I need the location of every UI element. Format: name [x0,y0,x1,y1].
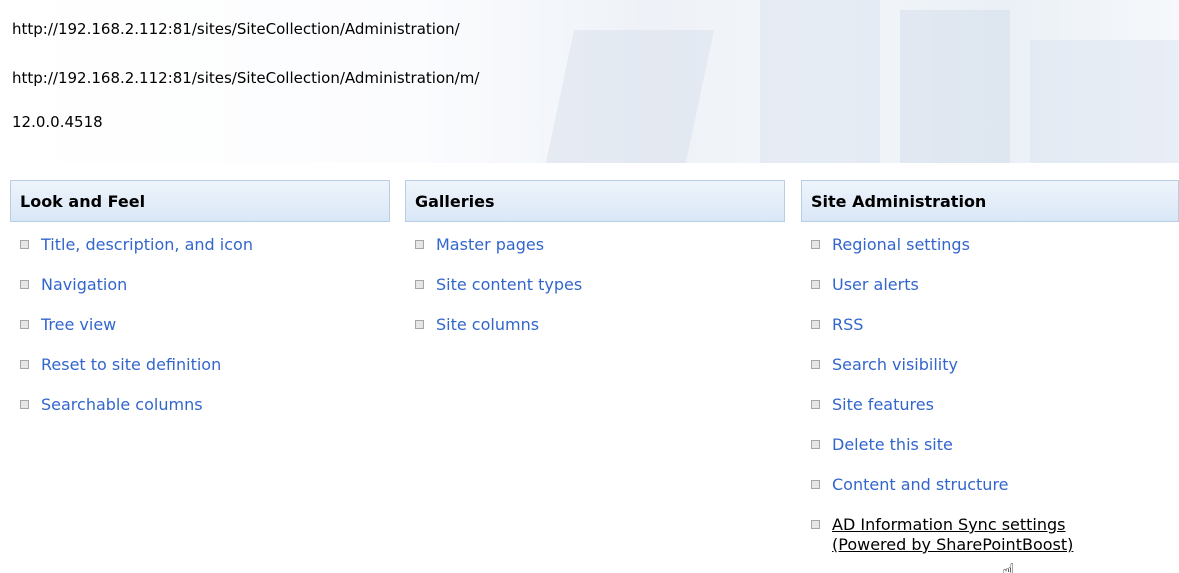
mobile-url: http://192.168.2.112:81/sites/SiteCollec… [12,69,480,87]
list-item[interactable]: Site content types [405,275,785,295]
bullet-icon [811,400,820,409]
section-header: Galleries [405,180,785,222]
list-item[interactable]: Tree view [10,315,390,335]
reset-site-definition-link[interactable]: Reset to site definition [41,355,221,375]
bullet-icon [20,320,29,329]
banner-decoration [900,10,1010,163]
bullet-icon [415,320,424,329]
bullet-icon [415,240,424,249]
bullet-icon [20,400,29,409]
bullet-icon [20,360,29,369]
site-administration-section: Site Administration Regional settings Us… [801,180,1179,573]
banner-decoration [1030,40,1179,163]
version-number: 12.0.0.4518 [12,113,103,131]
list-item[interactable]: Delete this site [801,435,1179,455]
list-item[interactable]: Regional settings [801,235,1179,255]
searchable-columns-link[interactable]: Searchable columns [41,395,203,415]
link-list: Master pages Site content types Site col… [405,235,785,335]
user-alerts-link[interactable]: User alerts [832,275,919,295]
bullet-icon [811,240,820,249]
site-content-types-link[interactable]: Site content types [436,275,582,295]
bullet-icon [20,280,29,289]
list-item[interactable]: RSS [801,315,1179,335]
bullet-icon [811,280,820,289]
list-item[interactable]: Searchable columns [10,395,390,415]
site-columns-link[interactable]: Site columns [436,315,539,335]
list-item[interactable]: Content and structure [801,475,1179,495]
delete-site-link[interactable]: Delete this site [832,435,953,455]
bullet-icon [811,480,820,489]
bullet-icon [811,520,820,529]
banner-decoration [545,30,715,163]
ad-sync-link-line1: AD Information Sync settings [832,515,1066,534]
ad-information-sync-link[interactable]: AD Information Sync settings (Powered by… [832,515,1073,555]
list-item[interactable]: Site columns [405,315,785,335]
section-header: Site Administration [801,180,1179,222]
regional-settings-link[interactable]: Regional settings [832,235,970,255]
bullet-icon [20,240,29,249]
list-item[interactable]: User alerts [801,275,1179,295]
content-and-structure-link[interactable]: Content and structure [832,475,1009,495]
galleries-section: Galleries Master pages Site content type… [405,180,785,355]
bullet-icon [811,320,820,329]
site-url: http://192.168.2.112:81/sites/SiteCollec… [12,20,460,38]
bullet-icon [811,360,820,369]
link-list: Title, description, and icon Navigation … [10,235,390,415]
list-item[interactable]: AD Information Sync settings (Powered by… [801,515,1179,555]
bullet-icon [811,440,820,449]
ad-sync-link-line2: (Powered by SharePointBoost) [832,535,1074,554]
master-pages-link[interactable]: Master pages [436,235,544,255]
navigation-link[interactable]: Navigation [41,275,127,295]
link-list: Regional settings User alerts RSS Search… [801,235,1179,555]
rss-link[interactable]: RSS [832,315,863,335]
hand-cursor-icon: ☝ [1002,560,1016,573]
site-features-link[interactable]: Site features [832,395,934,415]
title-description-icon-link[interactable]: Title, description, and icon [41,235,253,255]
list-item[interactable]: Navigation [10,275,390,295]
list-item[interactable]: Master pages [405,235,785,255]
search-visibility-link[interactable]: Search visibility [832,355,958,375]
list-item[interactable]: Reset to site definition [10,355,390,375]
list-item[interactable]: Site features [801,395,1179,415]
list-item[interactable]: Search visibility [801,355,1179,375]
tree-view-link[interactable]: Tree view [41,315,116,335]
bullet-icon [415,280,424,289]
list-item[interactable]: Title, description, and icon [10,235,390,255]
look-and-feel-section: Look and Feel Title, description, and ic… [10,180,390,435]
section-header: Look and Feel [10,180,390,222]
banner-decoration [760,0,880,163]
